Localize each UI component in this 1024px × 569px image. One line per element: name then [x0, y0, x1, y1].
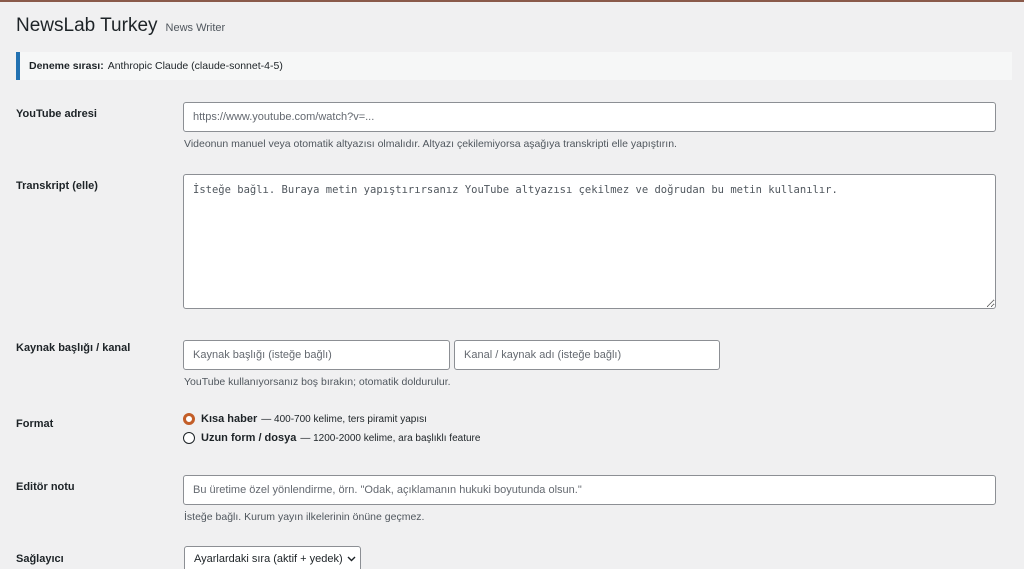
notice-bar: Deneme sırası: Anthropic Claude (claude-…: [16, 52, 1012, 80]
provider-selected-value: Ayarlardaki sıra (aktif + yedek): [194, 553, 343, 565]
notice-label: Deneme sırası:: [29, 60, 104, 72]
format-option-desc: — 1200-2000 kelime, ara başlıklı feature: [300, 432, 481, 444]
notice-value: Anthropic Claude (claude-sonnet-4-5): [107, 60, 283, 72]
source-title-input[interactable]: [183, 340, 450, 370]
source-label: Kaynak başlığı / kanal: [16, 342, 131, 354]
format-option-long[interactable]: Uzun form / dosya — 1200-2000 kelime, ar…: [183, 432, 480, 444]
provider-label: Sağlayıcı: [16, 553, 64, 565]
youtube-label: YouTube adresi: [16, 108, 97, 120]
channel-name-input[interactable]: [454, 340, 720, 370]
radio-checked-icon[interactable]: [183, 413, 195, 425]
radio-unchecked-icon[interactable]: [183, 432, 195, 444]
page-title: NewsLab Turkey: [16, 15, 158, 36]
editor-note-input[interactable]: [183, 475, 996, 505]
youtube-description: Videonun manuel veya otomatik altyazısı …: [184, 138, 677, 150]
editor-note-description: İsteğe bağlı. Kurum yayın ilkelerinin ön…: [184, 511, 425, 523]
provider-select[interactable]: Ayarlardaki sıra (aktif + yedek): [184, 546, 361, 569]
format-option-title: Kısa haber: [201, 413, 258, 425]
format-option-short[interactable]: Kısa haber — 400-700 kelime, ters pirami…: [183, 413, 427, 425]
transcript-textarea[interactable]: [183, 174, 996, 309]
format-option-desc: — 400-700 kelime, ters piramit yapısı: [261, 413, 427, 425]
page: NewsLab Turkey News Writer Deneme sırası…: [0, 0, 1024, 569]
source-description: YouTube kullanıyorsanız boş bırakın; oto…: [184, 376, 451, 388]
youtube-url-input[interactable]: [183, 102, 996, 132]
chevron-down-icon: [347, 554, 356, 564]
transcript-label: Transkript (elle): [16, 180, 98, 192]
page-subtitle: News Writer: [165, 22, 226, 34]
page-header: NewsLab Turkey News Writer: [16, 15, 225, 37]
editor-note-label: Editör notu: [16, 481, 75, 493]
top-border: [0, 0, 1024, 2]
format-label: Format: [16, 418, 54, 430]
format-option-title: Uzun form / dosya: [201, 432, 297, 444]
